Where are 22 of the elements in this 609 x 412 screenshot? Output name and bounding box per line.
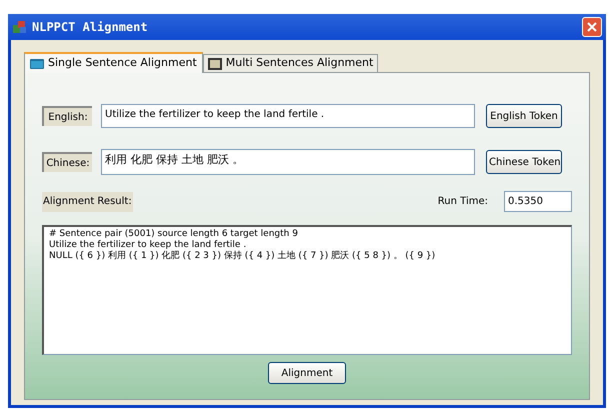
close-button[interactable] (582, 17, 602, 37)
english-token-button[interactable]: English Token (486, 104, 562, 128)
image-icon (208, 58, 222, 70)
tab[interactable]: Single Sentence Alignment (24, 52, 203, 73)
tab[interactable]: Multi Sentences Alignment (202, 54, 378, 72)
chinese-label: Chinese: (42, 152, 92, 172)
alignment-result-label: Alignment Result: (42, 192, 133, 212)
result-line: Utilize the fertilizer to keep the land fertile . (49, 240, 248, 250)
window-title: NLPPCT Alignment (32, 19, 149, 36)
close-icon (587, 22, 597, 32)
chinese-input[interactable]: 利用 化肥 保持 土地 肥沃 。 (101, 149, 475, 175)
app-icon (12, 19, 28, 35)
folder-icon (30, 58, 44, 70)
alignment-button[interactable]: Alignment (268, 362, 346, 384)
result-line: NULL ({ 6 }) 利用 ({ 1 }) 化肥 ({ 2 3 }) 保持 ({ 4 }) 土地 ({ 7 }) 肥沃 ({ 5 8 }) 。 ({ 9 }) (49, 251, 436, 262)
run-time-label: Run Time: (438, 195, 488, 209)
chinese-token-button[interactable]: Chinese Token (486, 150, 562, 174)
english-input[interactable]: Utilize the fertilizer to keep the land fertile . (101, 104, 475, 128)
run-time-field[interactable]: 0.5350 (504, 191, 572, 212)
alignment-result-area[interactable]: # Sentence pair (5001) source length 6 target length 9 Utilize the fertilizer to keep the land fertile . NULL ({ 6 }) 利用 ({ 1 }) 化肥 ({ 2 3 }) 保持 ({ 4 }) 土地 ({ 7 }) 肥沃 ({ 5 8 }) 。 ({ 9 }) (42, 225, 572, 355)
result-line: # Sentence pair (5001) source length 6 target length 9 (49, 229, 299, 240)
english-label: English: (42, 106, 92, 126)
